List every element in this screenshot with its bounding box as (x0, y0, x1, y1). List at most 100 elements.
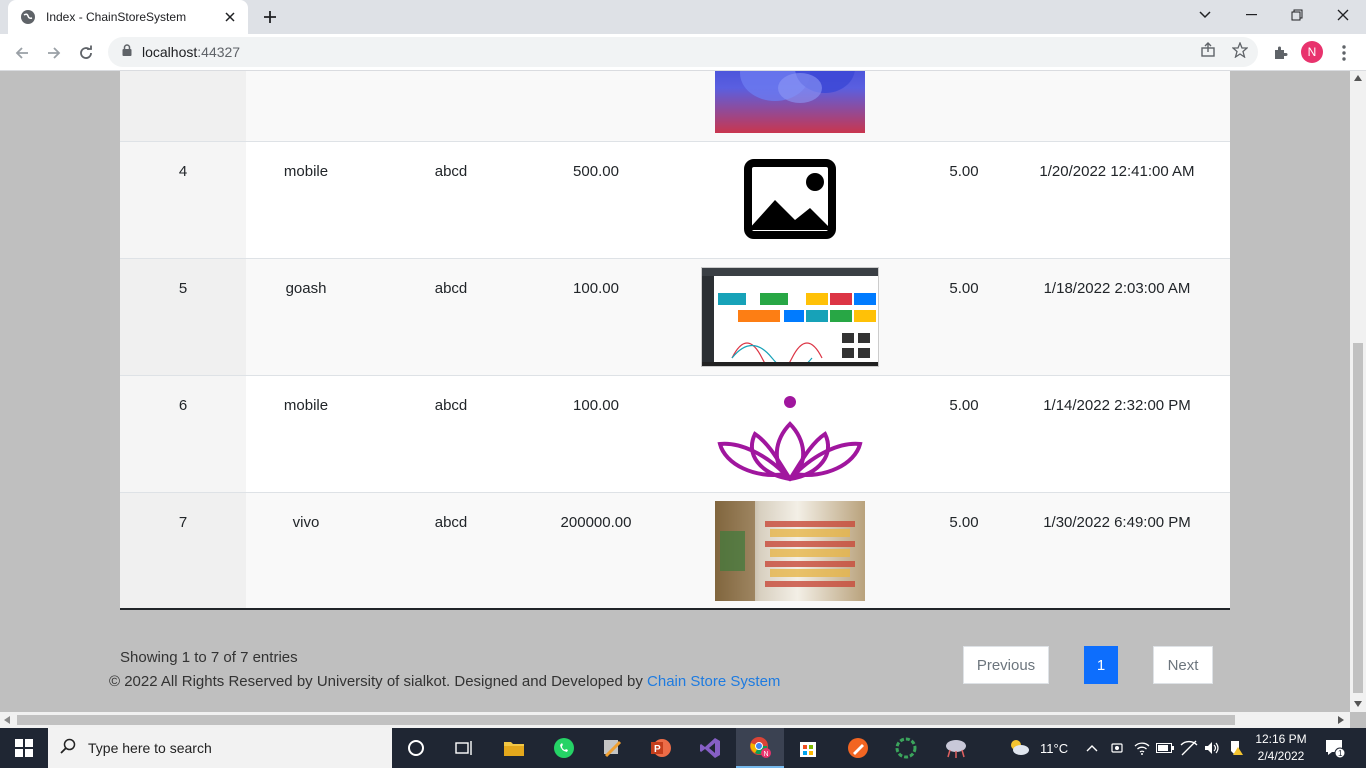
clock-date: 2/4/2022 (1257, 749, 1305, 763)
close-tab-icon[interactable] (222, 9, 238, 25)
profile-avatar[interactable]: N (1301, 41, 1323, 63)
cell-price: 200000.00 (560, 514, 632, 531)
browser-tab[interactable]: Index - ChainStoreSystem (8, 0, 248, 34)
weather-cloud-sun-icon (1008, 738, 1030, 759)
horizontal-scrollbar[interactable] (0, 712, 1350, 728)
search-placeholder: Type here to search (88, 740, 212, 756)
volume-icon[interactable] (1204, 728, 1220, 768)
cell-discount: 5.00 (949, 514, 979, 531)
notification-center-icon[interactable]: 1 (1324, 728, 1346, 768)
share-icon[interactable] (1199, 41, 1217, 59)
tools-app-icon[interactable] (588, 728, 636, 768)
file-explorer-icon[interactable] (490, 728, 538, 768)
reload-icon[interactable] (72, 39, 100, 67)
tab-title: Index - ChainStoreSystem (46, 10, 187, 24)
svg-text:1: 1 (1338, 749, 1343, 758)
cell-date: 1/14/2022 2:32:00 PM (1043, 397, 1191, 414)
forward-arrow-icon[interactable] (40, 39, 68, 67)
sync-app-icon[interactable] (882, 728, 930, 768)
pagination-next-button[interactable]: Next (1153, 646, 1213, 684)
minimize-button[interactable] (1228, 0, 1274, 30)
whatsapp-icon[interactable] (540, 728, 588, 768)
chain-store-system-link[interactable]: Chain Store System (647, 673, 780, 690)
wifi-icon[interactable] (1134, 728, 1150, 768)
cortana-icon[interactable] (392, 728, 440, 768)
restore-button[interactable] (1274, 0, 1320, 30)
new-tab-button[interactable] (258, 6, 282, 28)
cell-date: 1/30/2022 6:49:00 PM (1043, 514, 1191, 531)
horizontal-scroll-thumb[interactable] (17, 715, 1235, 725)
cell-id: 6 (120, 376, 246, 492)
vertical-scrollbar[interactable] (1350, 71, 1366, 712)
show-hidden-icons-icon[interactable] (1086, 728, 1098, 768)
back-arrow-icon[interactable] (8, 39, 36, 67)
cell-id: 5 (120, 259, 246, 375)
cell-discount: 5.00 (949, 397, 979, 414)
tab-search-icon[interactable] (1182, 0, 1228, 30)
products-table: 4 mobile abcd 500.00 5.00 1/20/2022 12:4… (120, 71, 1230, 610)
cell-id: 4 (120, 142, 246, 258)
product-image (701, 267, 879, 367)
security-warning-icon[interactable] (1228, 728, 1244, 768)
lotus-logo-icon (715, 384, 865, 484)
browser-tab-strip: Index - ChainStoreSystem (0, 0, 1366, 34)
cell-description: abcd (434, 280, 468, 297)
address-bar[interactable]: localhost:44327 (108, 37, 1258, 67)
pagination-page-1-button[interactable]: 1 (1084, 646, 1118, 684)
cell-name: mobile (283, 397, 329, 414)
extensions-puzzle-icon[interactable] (1270, 43, 1290, 63)
clock-time: 12:16 PM (1255, 732, 1307, 746)
browser-menu-icon[interactable] (1334, 43, 1354, 63)
cell-description: abcd (434, 163, 468, 180)
taskbar-search-box[interactable]: Type here to search (48, 728, 392, 768)
cell-date: 1/18/2022 2:03:00 AM (1043, 280, 1191, 297)
globe-icon (20, 9, 36, 25)
battery-icon[interactable] (1156, 728, 1174, 768)
cell-name: mobile (283, 163, 329, 180)
weather-widget[interactable]: 11°C (1008, 728, 1068, 768)
pagination-previous-button[interactable]: Previous (963, 646, 1049, 684)
cell-date: 1/20/2022 12:41:00 AM (1039, 163, 1195, 180)
windows-taskbar: Type here to search P N 11°C 12:16 PM 2/… (0, 728, 1366, 768)
cell-name: vivo (292, 514, 320, 531)
url-text: localhost:44327 (142, 44, 241, 60)
table-row: 5 goash abcd 100.00 5.00 1/18/2022 2:03:… (120, 259, 1230, 376)
cell-price: 500.00 (573, 163, 619, 180)
cell-id: 7 (120, 493, 246, 608)
close-window-button[interactable] (1320, 0, 1366, 30)
visual-studio-icon[interactable] (686, 728, 734, 768)
pen-app-icon[interactable] (834, 728, 882, 768)
copyright-footer: © 2022 All Rights Reserved by University… (109, 673, 780, 690)
table-row: 7 vivo abcd 200000.00 5.00 1/30/2022 6:4… (120, 493, 1230, 610)
bookmark-star-icon[interactable] (1231, 41, 1249, 59)
microsoft-store-icon[interactable] (784, 728, 832, 768)
windows-start-icon[interactable] (0, 728, 48, 768)
temperature-text: 11°C (1040, 740, 1069, 756)
table-entries-info: Showing 1 to 7 of 7 entries (120, 649, 298, 666)
chrome-icon[interactable]: N (736, 728, 784, 768)
copyright-text: © 2022 All Rights Reserved by University… (109, 673, 648, 690)
task-view-icon[interactable] (440, 728, 488, 768)
network-disconnected-icon[interactable] (1180, 728, 1198, 768)
cell-description: abcd (434, 397, 468, 414)
cell-discount: 5.00 (949, 163, 979, 180)
vertical-scroll-thumb[interactable] (1353, 343, 1363, 693)
cell-description: abcd (434, 514, 468, 531)
svg-text:P: P (654, 744, 661, 755)
cell-discount: 5.00 (949, 280, 979, 297)
product-image (715, 501, 865, 601)
image-placeholder-icon (715, 150, 865, 250)
meet-now-icon[interactable] (1110, 728, 1124, 768)
cell-price: 100.00 (573, 397, 619, 414)
network-app-icon[interactable] (932, 728, 980, 768)
cell-price: 100.00 (573, 280, 619, 297)
page-viewport: 4 mobile abcd 500.00 5.00 1/20/2022 12:4… (0, 71, 1350, 712)
cell-name: goash (285, 280, 327, 297)
table-row: 6 mobile abcd 100.00 5.00 1/14/2022 2:32… (120, 376, 1230, 493)
powerpoint-icon[interactable]: P (636, 728, 684, 768)
svg-text:N: N (764, 751, 769, 758)
taskbar-clock[interactable]: 12:16 PM 2/4/2022 (1252, 731, 1310, 765)
search-icon (60, 738, 76, 759)
table-row (120, 71, 1230, 142)
product-image (715, 71, 865, 133)
